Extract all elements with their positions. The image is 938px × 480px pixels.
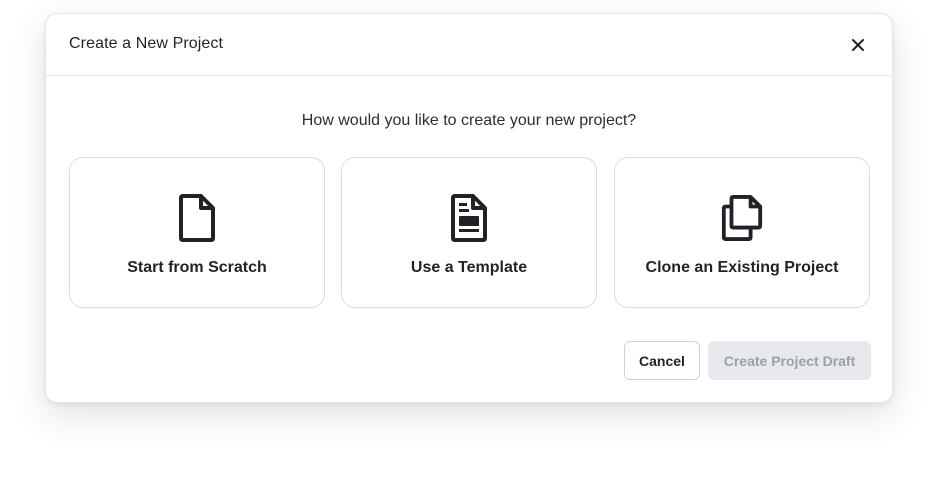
create-project-draft-button[interactable]: Create Project Draft [708,341,871,380]
option-start-from-scratch[interactable]: Start from Scratch [69,157,325,308]
clone-icon [720,192,764,244]
document-icon [175,192,219,244]
option-clone-existing-project[interactable]: Clone an Existing Project [614,157,870,308]
dialog-header: Create a New Project [46,14,892,76]
cancel-button[interactable]: Cancel [624,341,700,380]
template-icon [447,192,491,244]
close-button[interactable] [846,33,870,57]
option-label: Use a Template [410,259,528,276]
create-project-dialog: Create a New Project How would you like … [45,13,893,403]
option-label: Start from Scratch [127,259,267,276]
option-label: Clone an Existing Project [645,259,839,276]
dialog-question: How would you like to create your new pr… [301,112,637,129]
close-icon [852,39,864,51]
dialog-title: Create a New Project [69,35,224,52]
option-use-a-template[interactable]: Use a Template [341,157,597,308]
